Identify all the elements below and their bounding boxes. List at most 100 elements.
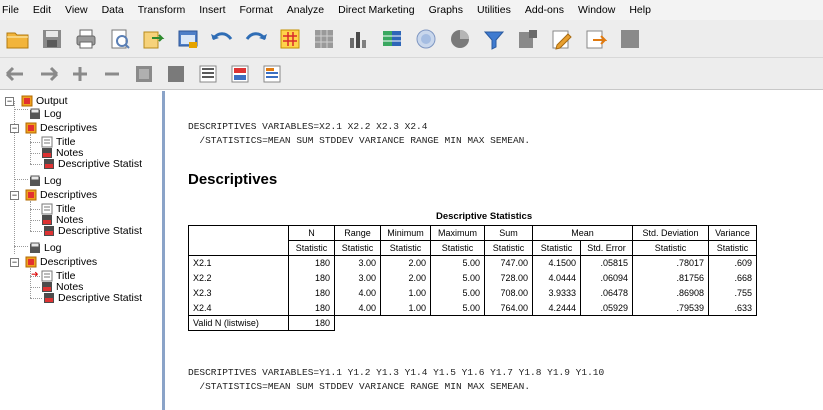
outline-label: Log	[44, 108, 62, 120]
corner-cell	[188, 225, 289, 241]
outline-label: Descriptives	[40, 256, 98, 268]
table-cell: 5.00	[430, 285, 485, 301]
menu-view[interactable]: View	[65, 4, 88, 16]
expand-toggle-descriptives[interactable]: −	[10, 124, 19, 133]
export-icon[interactable]	[142, 27, 166, 51]
outline-node-descriptives[interactable]: Descriptives	[25, 121, 97, 135]
menu-file[interactable]: File	[2, 4, 19, 16]
hide-icon[interactable]	[166, 64, 186, 84]
outline-node-descriptives[interactable]: Descriptives	[25, 188, 97, 202]
outline-label: Descriptive Statist	[58, 292, 143, 304]
promote-icon[interactable]	[6, 64, 26, 84]
outline-label: Descriptives	[40, 189, 98, 201]
table-cell: 4.1500	[532, 255, 581, 271]
show-icon[interactable]	[134, 64, 154, 84]
table-cell: 2.00	[380, 255, 431, 271]
redo-icon[interactable]	[244, 27, 268, 51]
table-cell: 764.00	[484, 300, 533, 316]
save-icon[interactable]	[40, 27, 64, 51]
descriptive-statistics-table[interactable]: N Range Minimum Maximum Sum Mean Std. De…	[188, 225, 757, 331]
menu-data[interactable]: Data	[102, 4, 124, 16]
outline-node-log[interactable]: Log	[29, 174, 62, 188]
column-subheader: Std. Error	[580, 240, 633, 256]
log-icon	[29, 175, 41, 187]
syntax-line: DESCRIPTIVES VARIABLES=Y1.1 Y1.2 Y1.3 Y1…	[188, 367, 605, 378]
table-cell: 180	[288, 255, 335, 271]
insert-title-icon[interactable]	[230, 64, 250, 84]
outline-node-output[interactable]: Output	[21, 94, 68, 108]
menu-addons[interactable]: Add-ons	[525, 4, 564, 16]
column-header: N	[288, 225, 335, 241]
goto-case-icon[interactable]	[278, 27, 302, 51]
menu-graphs[interactable]: Graphs	[429, 4, 463, 16]
insert-text-icon[interactable]	[262, 64, 282, 84]
undo-icon[interactable]	[210, 27, 234, 51]
demote-icon[interactable]	[38, 64, 58, 84]
expand-toggle-descriptives[interactable]: −	[10, 258, 19, 267]
table-cell: 5.00	[430, 255, 485, 271]
column-header: Range	[334, 225, 381, 241]
insert-table-icon[interactable]	[380, 27, 404, 51]
collapse-icon[interactable]	[102, 64, 122, 84]
column-subheader: Statistic	[288, 240, 335, 256]
output-book-icon	[25, 189, 37, 201]
output-content-pane[interactable]: DESCRIPTIVES VARIABLES=X2.1 X2.2 X2.3 X2…	[168, 91, 823, 410]
insert-heading-icon[interactable]	[198, 64, 218, 84]
select-cases-icon[interactable]	[516, 27, 540, 51]
menu-insert[interactable]: Insert	[199, 4, 225, 16]
table-subheader-row: Statistic Statistic Statistic Statistic …	[188, 240, 757, 256]
menu-bar: File Edit View Data Transform Insert For…	[0, 0, 823, 20]
outline-node-log[interactable]: Log	[29, 107, 62, 121]
variables-icon[interactable]	[346, 27, 370, 51]
column-subheader: Statistic	[632, 240, 709, 256]
recall-dialog-icon[interactable]	[176, 27, 200, 51]
outline-node-log[interactable]: Log	[29, 241, 62, 255]
expand-icon[interactable]	[70, 64, 90, 84]
print-preview-icon[interactable]	[108, 27, 132, 51]
script-icon[interactable]	[584, 27, 608, 51]
outline-node-descriptives[interactable]: Descriptives	[25, 255, 97, 269]
edit-icon[interactable]	[550, 27, 574, 51]
row-label: X2.1	[188, 255, 289, 271]
value-labels-icon[interactable]	[414, 27, 438, 51]
menu-analyze[interactable]: Analyze	[287, 4, 324, 16]
table-cell: 4.2444	[532, 300, 581, 316]
expand-toggle-output[interactable]: −	[5, 97, 14, 106]
table-cell: 180	[288, 285, 335, 301]
row-label: X2.3	[188, 285, 289, 301]
table-row: X2.2 180 3.00 2.00 5.00 728.00 4.0444 .0…	[188, 270, 757, 286]
corner-cell	[188, 240, 289, 256]
row-label: X2.2	[188, 270, 289, 286]
outline-node-descriptive-statistics[interactable]: Descriptive Statist	[43, 157, 142, 171]
table-cell: .06478	[580, 285, 633, 301]
syntax-line: /STATISTICS=MEAN SUM STDDEV VARIANCE RAN…	[188, 135, 531, 146]
outline-node-descriptive-statistics[interactable]: Descriptive Statist	[43, 224, 142, 238]
expand-toggle-descriptives[interactable]: −	[10, 191, 19, 200]
table-cell: 5.00	[430, 270, 485, 286]
menu-help[interactable]: Help	[629, 4, 651, 16]
column-header: Maximum	[430, 225, 485, 241]
chart-icon[interactable]	[448, 27, 472, 51]
menu-utilities[interactable]: Utilities	[477, 4, 511, 16]
table-cell: 728.00	[484, 270, 533, 286]
outline-node-descriptive-statistics[interactable]: Descriptive Statist	[43, 291, 142, 305]
outline-label: Descriptive Statist	[58, 158, 143, 170]
output-book-icon	[25, 122, 37, 134]
print-icon[interactable]	[74, 27, 98, 51]
table-header-row: N Range Minimum Maximum Sum Mean Std. De…	[188, 225, 757, 241]
table-cell: 3.00	[334, 270, 381, 286]
menu-transform[interactable]: Transform	[138, 4, 185, 16]
gray-icon[interactable]	[618, 27, 642, 51]
table-cell: .06094	[580, 270, 633, 286]
open-folder-icon[interactable]	[6, 27, 30, 51]
menu-direct-marketing[interactable]: Direct Marketing	[338, 4, 414, 16]
table-row: Valid N (listwise) 180	[188, 315, 757, 331]
menu-edit[interactable]: Edit	[33, 4, 51, 16]
table-cell: .668	[708, 270, 757, 286]
menu-format[interactable]: Format	[240, 4, 273, 16]
table-cell: 4.0444	[532, 270, 581, 286]
split-file-icon[interactable]	[482, 27, 506, 51]
menu-window[interactable]: Window	[578, 4, 615, 16]
column-subheader: Statistic	[484, 240, 533, 256]
goto-variable-icon[interactable]	[312, 27, 336, 51]
